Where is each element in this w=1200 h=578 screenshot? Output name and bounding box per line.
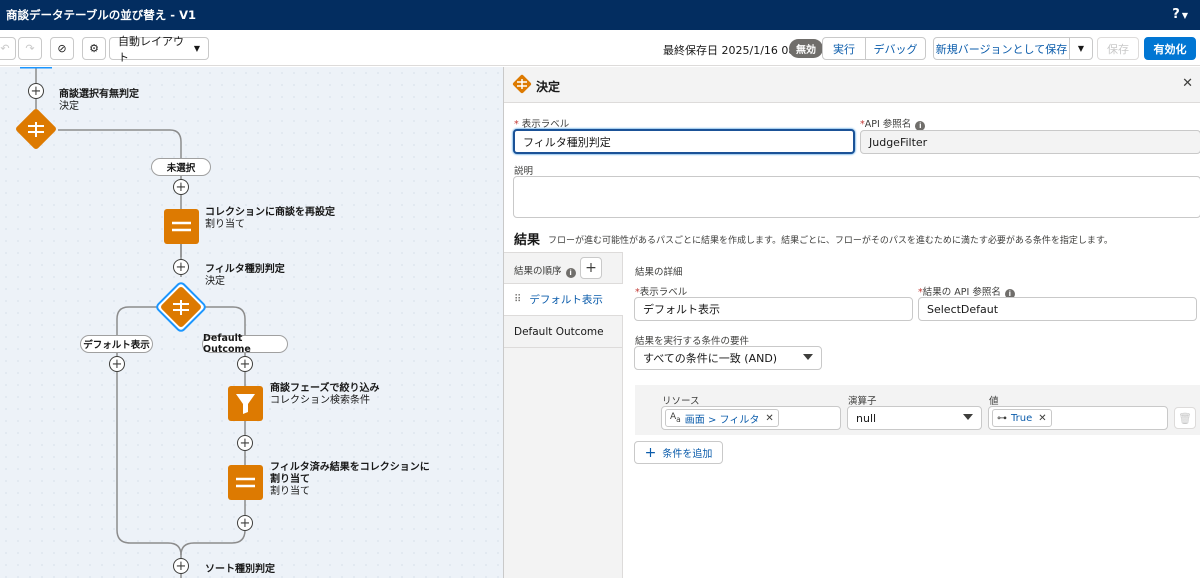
value-input[interactable]: ⊶ True ✕ — [988, 406, 1168, 430]
flow-connectors — [15, 67, 263, 578]
chevron-down-icon: ▼ — [193, 44, 200, 53]
activate-button[interactable]: 有効化 — [1144, 37, 1196, 60]
add-element-button[interactable]: + — [109, 356, 125, 372]
chevron-down-icon: ▼ — [1077, 44, 1085, 53]
value-chip[interactable]: ⊶ True ✕ — [992, 409, 1052, 427]
plus-icon: + — [585, 260, 597, 276]
resource-chip[interactable]: Aa 画面 > フィルタ ✕ — [665, 409, 779, 427]
title-bar: 商談データテーブルの並び替え - V1 ? ▼ — [0, 0, 1200, 30]
flow-canvas[interactable]: + 商談選択有無判定 決定 未選択 + コレクションに商談を再設定 割り当て +… — [0, 67, 503, 578]
chevron-down-icon — [803, 354, 813, 360]
outcome-item-default-display[interactable]: ⠿ デフォルト表示 — [504, 283, 623, 316]
trash-icon: 🗑 — [1178, 411, 1192, 425]
add-element-button[interactable]: + — [173, 179, 189, 195]
drag-handle-icon[interactable]: ⠿ — [514, 294, 521, 305]
condition-requirement-select[interactable]: すべての条件に一致 (AND) — [634, 346, 822, 370]
delete-condition-button[interactable]: 🗑 — [1174, 407, 1196, 429]
chevron-down-icon — [963, 414, 973, 420]
operator-select[interactable]: null — [847, 406, 982, 430]
gear-icon: ⚙ — [89, 42, 99, 55]
api-name-field-label: *API 参照名 i — [860, 116, 926, 131]
add-element-button[interactable]: + — [28, 83, 44, 99]
add-element-button[interactable]: + — [237, 356, 253, 372]
label-input[interactable]: フィルタ種別判定 — [513, 129, 855, 154]
layout-select[interactable]: 自動レイアウト ▼ — [109, 35, 209, 64]
save-button[interactable]: 保存 — [1097, 37, 1139, 60]
operator-label: 演算子 — [848, 396, 877, 407]
decision-node-1[interactable] — [15, 108, 57, 150]
toolbar: ↶ ↷ ⊘ ⚙ 自動レイアウト ▼ 最終保存日 2025/1/16 08:55 … — [0, 30, 1200, 66]
close-icon[interactable]: ✕ — [1182, 76, 1193, 91]
resource-label: リソース — [662, 396, 700, 407]
description-label: 説明 — [514, 166, 534, 177]
save-menu-button[interactable]: ▼ — [1069, 37, 1093, 60]
info-icon[interactable]: i — [565, 268, 576, 278]
save-new-version-button[interactable]: 新規バージョンとして保存 — [933, 37, 1070, 60]
status-badge: 無効 — [789, 39, 823, 58]
outcome-list: 結果の順序 i + ⠿ デフォルト表示 Default Outcome — [504, 252, 623, 578]
node-label: 商談フェーズで絞り込み コレクション検索条件 — [270, 383, 380, 406]
outcome-label-field-label: *表示ラベル — [635, 287, 688, 298]
outcome-label-input[interactable]: デフォルト表示 — [634, 297, 913, 321]
add-condition-button[interactable]: + 条件を追加 — [634, 441, 723, 464]
outcome-item-default-outcome[interactable]: Default Outcome — [504, 316, 623, 348]
label-field-label: * 表示ラベル — [514, 119, 570, 130]
settings-button[interactable]: ⚙ — [82, 37, 106, 60]
outcomes-section-title: 結果 — [514, 233, 541, 248]
node-label: 商談選択有無判定 決定 — [59, 89, 139, 112]
outcomes-section-description: フローが進む可能性があるパスごとに結果を作成します。結果ごとに、フローがそのパス… — [548, 236, 1113, 246]
toggle-icon: ⊶ — [997, 412, 1007, 424]
layout-select-value: 自動レイアウト — [118, 34, 184, 64]
undo-button[interactable]: ↶ — [0, 37, 16, 60]
branch-label-default-outcome: Default Outcome — [202, 333, 288, 355]
collection-filter-node[interactable] — [228, 386, 263, 421]
assignment-node-2[interactable] — [228, 465, 263, 500]
api-name-input[interactable]: JudgeFilter — [860, 130, 1200, 154]
panel-title: 決定 — [536, 80, 561, 94]
description-textarea[interactable] — [513, 176, 1200, 218]
debug-button[interactable]: デバッグ — [865, 37, 926, 60]
decision-icon — [512, 74, 532, 94]
window-title: 商談データテーブルの並び替え - V1 — [6, 8, 196, 22]
branch-label-unselected: 未選択 — [151, 158, 211, 176]
help-menu[interactable]: ? ▼ — [1172, 7, 1188, 22]
assignment-node-1[interactable] — [164, 209, 199, 244]
undo-icon: ↶ — [0, 42, 10, 55]
chevron-down-icon: ▼ — [1181, 11, 1188, 20]
remove-icon[interactable]: ✕ — [765, 413, 773, 424]
properties-panel: 決定 ✕ * 表示ラベル フィルタ種別判定 *API 参照名 i JudgeFil… — [503, 67, 1200, 578]
add-element-button[interactable]: + — [237, 435, 253, 451]
outcome-api-name-input[interactable]: SelectDefaut — [918, 297, 1197, 321]
node-label: ソート種別判定 — [205, 564, 275, 575]
branch-label-default-display: デフォルト表示 — [80, 335, 153, 353]
resource-input[interactable]: Aa 画面 > フィルタ ✕ — [661, 406, 841, 430]
decision-node-2[interactable] — [156, 282, 207, 333]
redo-icon: ↷ — [25, 42, 35, 55]
node-label: フィルタ済み結果をコレクションに 割り当て 割り当て — [270, 462, 430, 497]
node-label: フィルタ種別判定 決定 — [205, 264, 285, 287]
no-entry-icon: ⊘ — [57, 42, 67, 55]
add-outcome-button[interactable]: + — [580, 257, 602, 279]
redo-button[interactable]: ↷ — [18, 37, 42, 60]
panel-header: 決定 ✕ — [504, 67, 1200, 103]
condition-requirement-label: 結果を実行する条件の要件 — [635, 336, 750, 347]
outcome-order-label: 結果の順序 i — [514, 263, 576, 278]
plus-icon: + — [644, 444, 657, 461]
add-element-button[interactable]: + — [173, 259, 189, 275]
text-variable-icon: Aa — [670, 412, 681, 424]
remove-icon[interactable]: ✕ — [1038, 413, 1046, 424]
run-button[interactable]: 実行 — [822, 37, 866, 60]
toggle-button[interactable]: ⊘ — [50, 37, 74, 60]
add-element-button[interactable]: + — [173, 558, 189, 574]
node-label: コレクションに商談を再設定 割り当て — [205, 207, 335, 230]
add-element-button[interactable]: + — [237, 515, 253, 531]
value-label: 値 — [989, 396, 999, 407]
outcome-detail-title: 結果の詳細 — [635, 267, 683, 278]
